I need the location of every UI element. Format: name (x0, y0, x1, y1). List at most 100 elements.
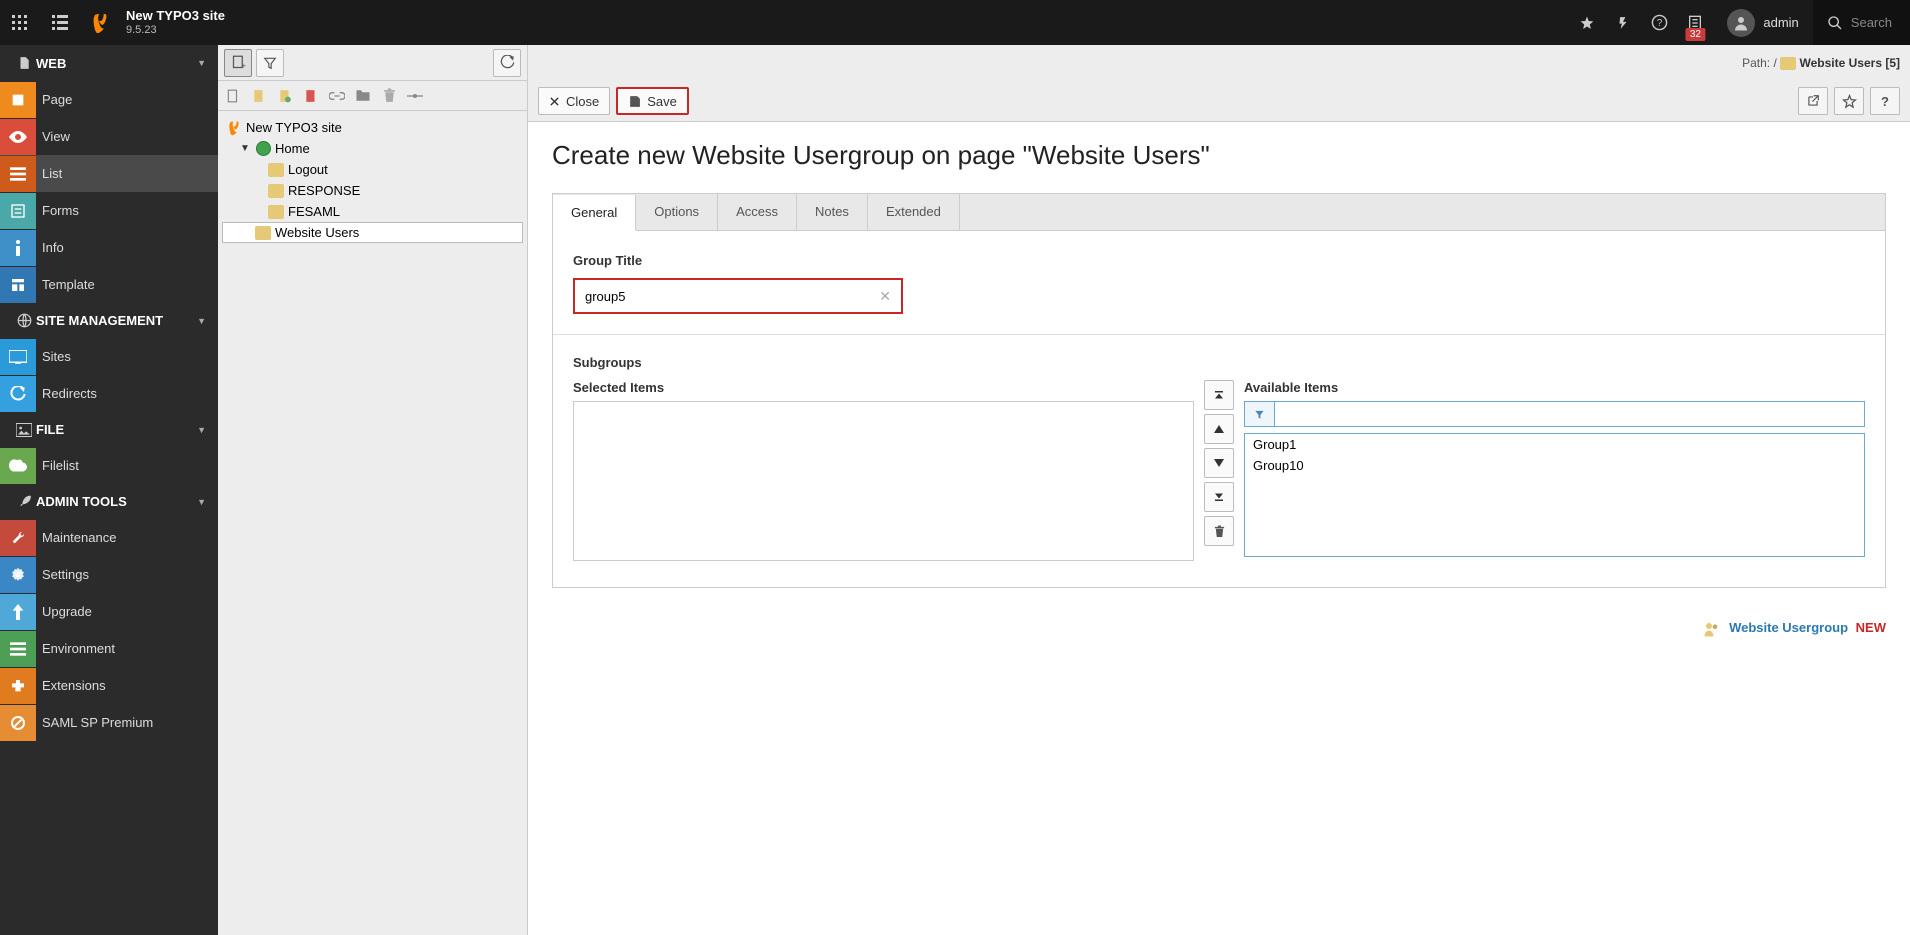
subgroups-label: Subgroups (573, 355, 1865, 370)
module-item-filelist[interactable]: Filelist (0, 447, 218, 484)
module-item-maintenance[interactable]: Maintenance (0, 519, 218, 556)
gear-icon (0, 557, 36, 593)
search-placeholder: Search (1851, 15, 1892, 30)
sites-icon (0, 339, 36, 375)
page-tree-action-toolbar (218, 81, 527, 111)
page-icon (0, 82, 36, 118)
new-page-type1-icon[interactable] (250, 87, 268, 105)
modules-list-icon[interactable] (40, 0, 80, 45)
scheduler-icon[interactable]: 32 (1677, 0, 1713, 45)
image-icon (12, 423, 36, 437)
bookmark-icon[interactable] (1569, 0, 1605, 45)
module-item-template[interactable]: Template (0, 266, 218, 303)
tab-extended[interactable]: Extended (868, 194, 960, 230)
tab-general[interactable]: General (553, 195, 636, 231)
topbar: New TYPO3 site 9.5.23 ? 32 admin Search (0, 0, 1910, 45)
tree-new-page-button[interactable]: + (224, 49, 252, 77)
module-item-upgrade[interactable]: Upgrade (0, 593, 218, 630)
link-icon[interactable] (328, 87, 346, 105)
content-column: Path: / Website Users [5] Close Save (528, 45, 1910, 935)
module-section-web[interactable]: WEB ▼ (0, 45, 218, 81)
path-separator: / (1773, 56, 1776, 70)
expand-icon[interactable]: ▼ (240, 143, 252, 154)
move-down-button[interactable] (1204, 448, 1234, 478)
module-item-forms[interactable]: Forms (0, 192, 218, 229)
tree-item[interactable]: RESPONSE (222, 180, 523, 201)
new-page-icon[interactable] (224, 87, 242, 105)
divider-icon[interactable] (406, 87, 424, 105)
open-new-window-button[interactable] (1798, 87, 1828, 115)
saml-icon (0, 705, 36, 741)
folder-icon[interactable] (354, 87, 372, 105)
flash-icon[interactable] (1605, 0, 1641, 45)
new-record-link[interactable]: Website Usergroup (1729, 620, 1848, 635)
module-item-sites[interactable]: Sites (0, 338, 218, 375)
move-bottom-button[interactable] (1204, 482, 1234, 512)
module-item-list[interactable]: List (0, 155, 218, 192)
tree-item-website-users[interactable]: Website Users (222, 222, 523, 243)
new-page-type3-icon[interactable] (302, 87, 320, 105)
bookmark-button[interactable] (1834, 87, 1864, 115)
module-item-page[interactable]: Page (0, 81, 218, 118)
close-icon (549, 96, 560, 107)
environment-icon (0, 631, 36, 667)
available-option[interactable]: Group1 (1245, 434, 1864, 455)
group-title-input[interactable] (575, 280, 875, 312)
module-item-redirects[interactable]: Redirects (0, 375, 218, 412)
filter-icon[interactable] (1244, 401, 1274, 427)
tab-access[interactable]: Access (718, 194, 797, 230)
module-item-extensions[interactable]: Extensions (0, 667, 218, 704)
tab-notes[interactable]: Notes (797, 194, 868, 230)
file-icon (12, 55, 36, 71)
module-item-info[interactable]: Info (0, 229, 218, 266)
filelist-icon (0, 448, 36, 484)
module-item-saml[interactable]: SAML SP Premium (0, 704, 218, 741)
usergroup-icon (1703, 621, 1721, 637)
available-items-listbox[interactable]: Group1 Group10 (1244, 433, 1865, 557)
tree-refresh-button[interactable] (493, 49, 521, 77)
move-top-button[interactable] (1204, 380, 1234, 410)
module-item-settings[interactable]: Settings (0, 556, 218, 593)
folder-icon (1780, 57, 1796, 70)
clear-input-icon[interactable]: ✕ (875, 288, 895, 305)
global-search[interactable]: Search (1813, 0, 1910, 45)
move-up-button[interactable] (1204, 414, 1234, 444)
wrench-icon (0, 520, 36, 556)
context-help-button[interactable]: ? (1870, 87, 1900, 115)
folder-icon (268, 184, 284, 198)
info-icon (0, 230, 36, 266)
tabs: General Options Access Notes Extended (552, 193, 1886, 231)
available-filter-input[interactable] (1274, 401, 1865, 427)
caret-down-icon: ▼ (197, 425, 206, 435)
module-item-environment[interactable]: Environment (0, 630, 218, 667)
site-version: 9.5.23 (126, 24, 225, 37)
new-badge: NEW (1856, 620, 1886, 635)
tab-options[interactable]: Options (636, 194, 718, 230)
tree-item[interactable]: FESAML (222, 201, 523, 222)
module-section-admin-tools[interactable]: ADMIN TOOLS ▼ (0, 484, 218, 519)
available-option[interactable]: Group10 (1245, 455, 1864, 476)
tree-home[interactable]: ▼ Home (222, 138, 523, 159)
close-button[interactable]: Close (538, 87, 610, 115)
module-item-view[interactable]: View (0, 118, 218, 155)
trash-icon[interactable] (380, 87, 398, 105)
typo3-logo-icon[interactable] (80, 0, 120, 45)
help-icon[interactable]: ? (1641, 0, 1677, 45)
search-icon (1827, 15, 1843, 31)
doc-header: Path: / Website Users [5] Close Save (528, 45, 1910, 122)
external-link-icon (1806, 94, 1820, 108)
modules-grid-icon[interactable] (0, 0, 40, 45)
save-button[interactable]: Save (616, 87, 689, 115)
tree-root[interactable]: New TYPO3 site (222, 117, 523, 138)
new-page-type2-icon[interactable] (276, 87, 294, 105)
remove-item-button[interactable] (1204, 516, 1234, 546)
tree-item[interactable]: Logout (222, 159, 523, 180)
module-section-site-management[interactable]: SITE MANAGEMENT ▼ (0, 303, 218, 338)
tree-filter-button[interactable] (256, 49, 284, 77)
module-section-file[interactable]: FILE ▼ (0, 412, 218, 447)
list-icon (0, 156, 36, 192)
star-icon (1842, 94, 1857, 109)
user-menu[interactable]: admin (1713, 9, 1812, 37)
selected-items-listbox[interactable] (573, 401, 1194, 561)
extensions-icon (0, 668, 36, 704)
